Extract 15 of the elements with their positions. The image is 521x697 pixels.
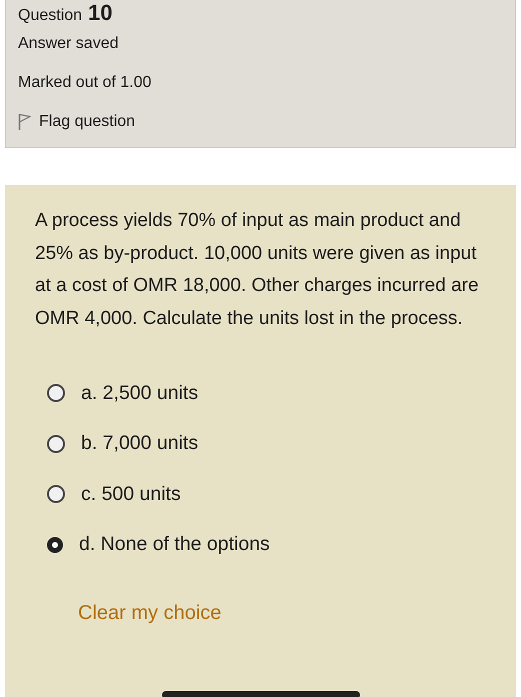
- radio-button[interactable]: [47, 536, 63, 553]
- marks-text: Marked out of 1.00: [18, 73, 152, 93]
- answer-option[interactable]: a. 2,500 units: [35, 368, 486, 418]
- flag-question-link[interactable]: Flag question: [18, 102, 136, 141]
- question-label: Question: [18, 7, 82, 25]
- answer-option[interactable]: c. 500 units: [35, 469, 486, 520]
- question-number: 10: [88, 0, 113, 26]
- answer-option[interactable]: b. 7,000 units: [35, 418, 486, 469]
- radio-button[interactable]: [47, 485, 65, 504]
- answer-status: Answer saved: [18, 34, 120, 54]
- radio-button[interactable]: [47, 384, 65, 402]
- question-text: A process yields 70% of input as main product and 25% as by-product. 10,000 units were given as input at a cost of OMR 18,000. Other charges incurred are OMR 4,000. Calculate the units lost in the process.: [35, 209, 480, 330]
- flag-icon: [18, 112, 31, 130]
- radio-button[interactable]: [47, 434, 65, 453]
- answer-option[interactable]: d. None of the options: [35, 520, 486, 570]
